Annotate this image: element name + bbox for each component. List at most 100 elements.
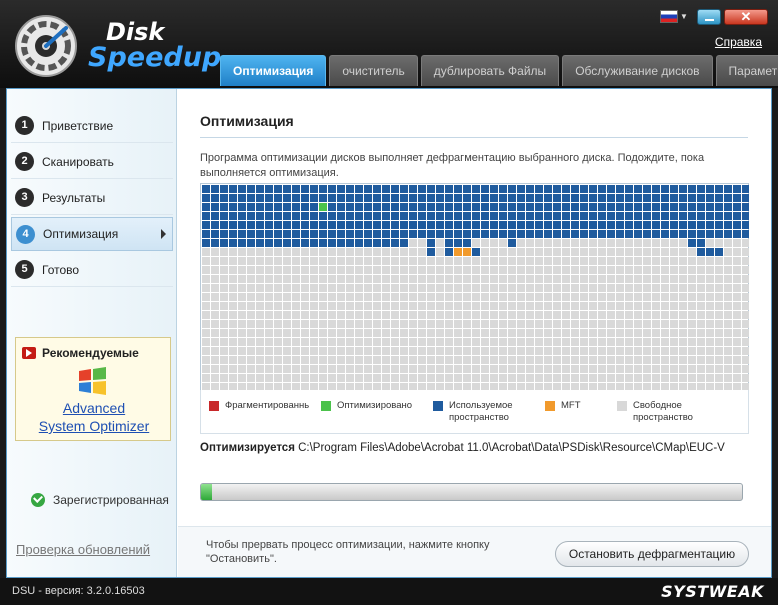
help-link[interactable]: Справка [715,35,762,49]
cluster-cell [580,212,588,220]
cluster-cell [364,212,372,220]
cluster-cell [328,329,336,337]
cluster-cell [715,311,723,319]
cluster-cell [661,338,669,346]
cluster-cell [265,347,273,355]
cluster-cell [688,221,696,229]
tab-disk-maintenance[interactable]: Обслуживание дисков [562,55,713,86]
cluster-cell [697,347,705,355]
cluster-cell [706,230,714,238]
cluster-cell [571,311,579,319]
cluster-cell [499,266,507,274]
cluster-cell [346,365,354,373]
cluster-cell [715,239,723,247]
step-number: 1 [15,116,34,135]
cluster-cell [454,257,462,265]
cluster-cell [373,203,381,211]
cluster-cell [328,266,336,274]
cluster-cell [571,356,579,364]
cluster-cell [715,185,723,193]
cluster-cell [238,221,246,229]
cluster-cell [553,284,561,292]
cluster-cell [301,248,309,256]
cluster-cell [634,365,642,373]
sidebar-item-results[interactable]: 3 Результаты [11,181,173,215]
cluster-cell [283,311,291,319]
cluster-cell [724,365,732,373]
minimize-button[interactable] [697,9,721,25]
stop-defrag-button[interactable]: Остановить дефрагментацию [555,541,749,567]
cluster-cell [679,320,687,328]
cluster-cell [265,266,273,274]
cluster-cell [625,239,633,247]
cluster-cell [553,374,561,382]
tab-optimization[interactable]: Оптимизация [220,55,327,86]
cluster-cell [733,239,741,247]
sidebar-item-optimization[interactable]: 4 Оптимизация [11,217,173,251]
cluster-cell [427,230,435,238]
cluster-cell [274,194,282,202]
cluster-cell [742,212,749,220]
cluster-cell [247,329,255,337]
cluster-cell [733,275,741,283]
cluster-cell [301,194,309,202]
cluster-cell [715,365,723,373]
cluster-cell [661,221,669,229]
cluster-cell [652,356,660,364]
tab-duplicate-files[interactable]: дублировать Файлы [420,55,560,86]
cluster-cell [490,338,498,346]
cluster-cell [355,212,363,220]
advanced-optimizer-link-line1[interactable]: Advanced [16,400,172,416]
tab-cleaner[interactable]: очиститель [329,55,418,86]
sidebar-item-done[interactable]: 5 Готово [11,253,173,287]
cluster-cell [472,311,480,319]
cluster-cell [463,365,471,373]
cluster-cell [391,257,399,265]
cluster-cell [418,212,426,220]
cluster-cell [310,338,318,346]
cluster-cell [256,221,264,229]
language-dropdown-icon[interactable]: ▼ [680,12,688,21]
cluster-cell [616,356,624,364]
cluster-cell [607,374,615,382]
cluster-cell [607,230,615,238]
cluster-cell [616,320,624,328]
close-button[interactable]: ✕ [724,9,768,25]
cluster-cell [733,320,741,328]
sidebar-item-scan[interactable]: 2 Сканировать [11,145,173,179]
cluster-cell [409,248,417,256]
cluster-cell [598,266,606,274]
cluster-cell [535,311,543,319]
cluster-cell [526,365,534,373]
sidebar-item-welcome[interactable]: 1 Приветствие [11,109,173,143]
legend-item-free-space: Свободное пространство [617,400,717,424]
cluster-cell [562,212,570,220]
cluster-cell [526,275,534,283]
cluster-cell [337,239,345,247]
tab-settings[interactable]: Параметры [715,55,778,86]
cluster-cell [445,194,453,202]
cluster-cell [301,230,309,238]
cluster-cell [697,266,705,274]
check-updates-link[interactable]: Проверка обновлений [16,542,150,557]
cluster-cell [607,212,615,220]
cluster-cell [400,248,408,256]
cluster-cell [418,338,426,346]
cluster-cell [310,365,318,373]
cluster-cell [346,338,354,346]
cluster-cell [580,293,588,301]
cluster-cell [517,311,525,319]
cluster-cell [652,275,660,283]
language-flag-icon[interactable] [660,10,678,23]
cluster-cell [472,221,480,229]
cluster-cell [580,194,588,202]
advanced-optimizer-link-line2[interactable]: System Optimizer [16,418,172,434]
cluster-cell [535,221,543,229]
cluster-cell [247,230,255,238]
cluster-cell [436,320,444,328]
cluster-cell [670,338,678,346]
cluster-cell [202,248,210,256]
cluster-cell [607,266,615,274]
cluster-cell [490,284,498,292]
cluster-cell [508,275,516,283]
